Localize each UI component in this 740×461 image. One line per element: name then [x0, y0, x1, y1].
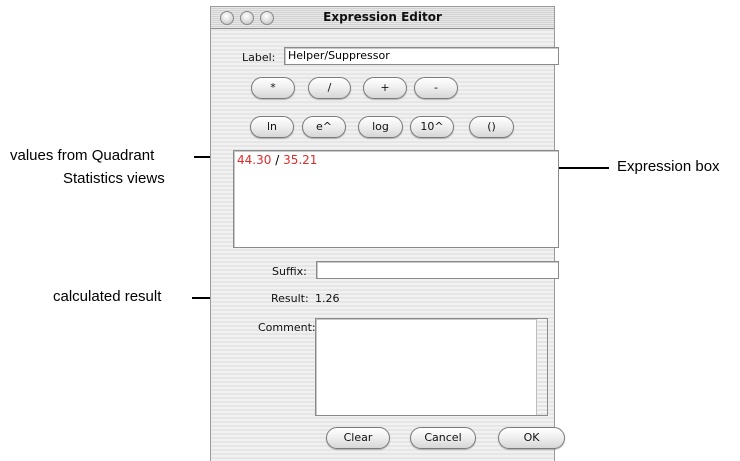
expression-editor-window: Expression Editor Label: Helper/Suppress…: [210, 6, 565, 461]
expression-value-2: 35.21: [283, 153, 318, 167]
pow10-button[interactable]: 10^: [410, 116, 454, 138]
expression-value-1: 44.30: [237, 153, 272, 167]
ln-button[interactable]: ln: [250, 116, 294, 138]
divide-button[interactable]: /: [308, 77, 351, 99]
multiply-button[interactable]: *: [251, 77, 295, 99]
window-title: Expression Editor: [323, 10, 442, 24]
log-button[interactable]: log: [358, 116, 403, 138]
suffix-input[interactable]: [316, 261, 559, 279]
label-input[interactable]: Helper/Suppressor: [284, 47, 559, 65]
comment-textarea[interactable]: [315, 318, 548, 416]
exp-button[interactable]: e^: [302, 116, 346, 138]
ok-button[interactable]: OK: [498, 427, 565, 449]
title-bar[interactable]: Expression Editor: [211, 7, 554, 29]
callout-values-line1: values from Quadrant: [10, 147, 155, 164]
callout-calculated-result: calculated result: [53, 288, 162, 305]
expression-operator: /: [275, 153, 280, 167]
expression-box[interactable]: 44.30 / 35.21: [233, 150, 559, 248]
add-button[interactable]: +: [363, 77, 407, 99]
callout-values-line2: Statistics views: [63, 170, 165, 187]
suffix-label: Suffix:: [272, 265, 307, 278]
clear-button[interactable]: Clear: [326, 427, 390, 449]
comment-scrollbar[interactable]: [536, 319, 547, 415]
result-label: Result:: [271, 292, 309, 305]
label-field-label: Label:: [242, 51, 276, 64]
subtract-button[interactable]: -: [414, 77, 458, 99]
comment-label: Comment:: [258, 321, 316, 334]
result-value: 1.26: [315, 292, 340, 305]
cancel-button[interactable]: Cancel: [410, 427, 476, 449]
parentheses-button[interactable]: (): [469, 116, 514, 138]
callout-expression-box: Expression box: [617, 158, 720, 175]
